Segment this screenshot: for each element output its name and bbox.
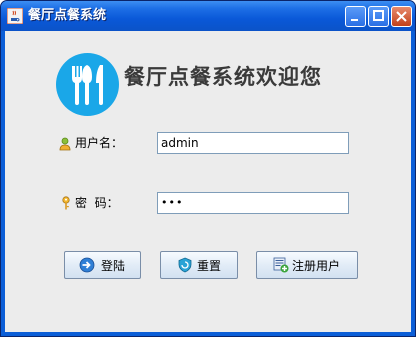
- java-cup-icon: [7, 8, 23, 24]
- reset-button[interactable]: 重置: [160, 251, 238, 279]
- maximize-button[interactable]: [368, 6, 389, 27]
- register-button[interactable]: 注册用户: [256, 251, 358, 279]
- fork-knife-logo-icon: [56, 53, 119, 116]
- username-field[interactable]: admin: [157, 132, 349, 154]
- register-button-label: 注册用户: [292, 259, 341, 273]
- minimize-button[interactable]: [345, 6, 366, 27]
- login-button[interactable]: 登陆: [64, 251, 141, 279]
- register-user-icon: [273, 257, 289, 273]
- welcome-heading: 餐厅点餐系统欢迎您: [124, 64, 322, 89]
- login-button-label: 登陆: [101, 259, 126, 273]
- close-button[interactable]: [391, 6, 412, 27]
- key-icon: [62, 196, 70, 210]
- user-icon: [59, 137, 71, 151]
- logo-utensils-graphic: [72, 65, 103, 105]
- login-arrow-icon: [79, 257, 95, 273]
- reset-button-label: 重置: [197, 259, 222, 273]
- username-label: 用户名：: [75, 136, 124, 150]
- close-icon: [396, 11, 407, 22]
- minimize-icon: [351, 19, 358, 21]
- password-field[interactable]: •••: [157, 192, 349, 214]
- title-bar[interactable]: 餐厅点餐系统: [1, 1, 415, 31]
- maximize-icon: [373, 10, 384, 21]
- login-panel: 餐厅点餐系统欢迎您 用户名： admin 密 码： ••• 登陆 重置 注册用户: [5, 31, 411, 332]
- app-window: 餐厅点餐系统 餐厅点餐系统欢迎您 用户名： admin 密 码： ••• 登陆 …: [0, 0, 416, 337]
- password-label: 密 码：: [75, 196, 119, 210]
- reset-shield-icon: [178, 257, 192, 273]
- window-title: 餐厅点餐系统: [28, 8, 107, 23]
